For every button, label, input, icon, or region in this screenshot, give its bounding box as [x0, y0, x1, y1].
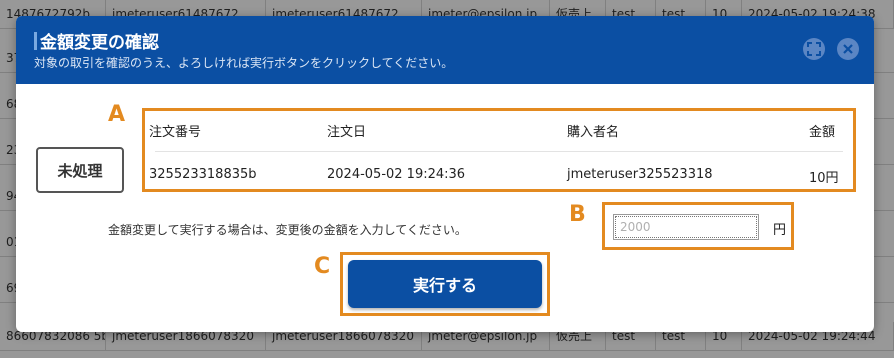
callout-a-label: A [108, 102, 126, 127]
dialog-title: 金額変更の確認 [40, 33, 159, 53]
status-badge: 未処理 [36, 147, 124, 193]
yen-unit-label: 円 [773, 223, 787, 238]
callout-c-label: C [314, 254, 331, 279]
amount-instruction: 金額変更して実行する場合は、変更後の金額を入力してください。 [108, 223, 467, 237]
cell-buyer-name: jmeteruser325523318 [567, 167, 713, 182]
title-accent-bar [34, 32, 37, 50]
dialog-subtitle: 対象の取引を確認のうえ、よろしければ実行ボタンをクリックしてください。 [34, 56, 454, 70]
close-icon[interactable] [837, 38, 859, 60]
cell-order-date: 2024-05-02 19:24:36 [327, 167, 466, 182]
cell-amount: 10円 [809, 171, 839, 186]
amount-input-group: 円 [602, 202, 794, 250]
execute-button[interactable]: 実行する [348, 260, 542, 308]
column-header-order-number: 注文番号 [149, 125, 202, 140]
table-divider [155, 151, 843, 152]
dialog-header: 金額変更の確認 対象の取引を確認のうえ、よろしければ実行ボタンをクリックしてくだ… [16, 16, 874, 84]
execute-button-frame: 実行する [340, 252, 550, 316]
column-header-buyer-name: 購入者名 [567, 125, 620, 140]
callout-b-label: B [569, 202, 586, 227]
order-table: 注文番号 注文日 購入者名 金額 325523318835b 2024-05-0… [142, 108, 856, 192]
amount-change-dialog: 金額変更の確認 対象の取引を確認のうえ、よろしければ実行ボタンをクリックしてくだ… [16, 16, 874, 332]
amount-input[interactable] [613, 214, 759, 240]
column-header-order-date: 注文日 [327, 125, 367, 140]
cell-order-number: 325523318835b [149, 167, 257, 182]
column-header-amount: 金額 [809, 125, 836, 140]
expand-icon[interactable] [803, 38, 825, 60]
